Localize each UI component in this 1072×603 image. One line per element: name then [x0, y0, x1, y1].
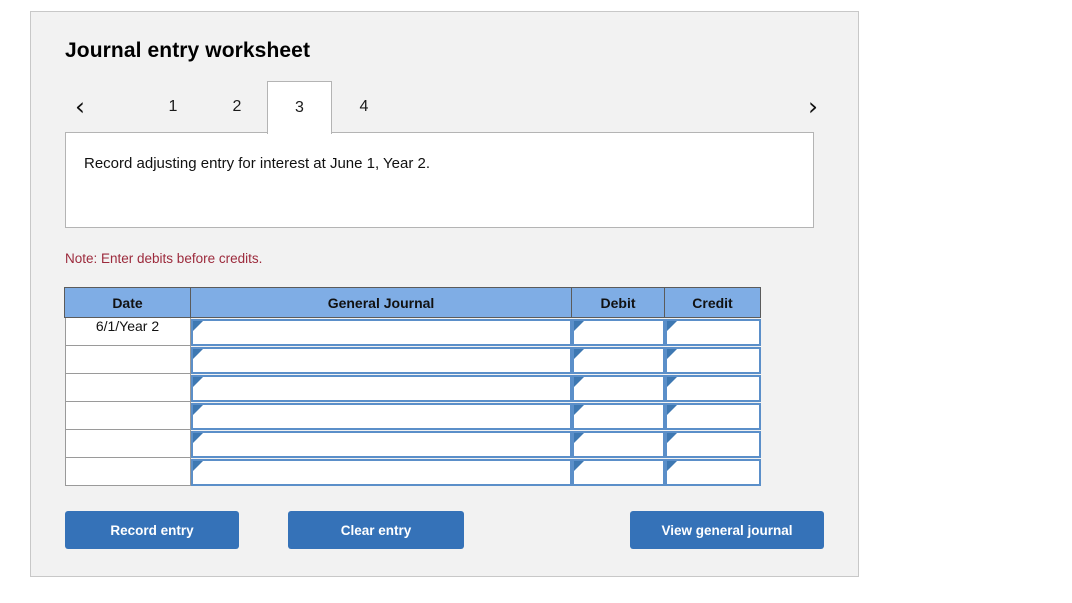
date-value	[64, 402, 191, 430]
tab-4[interactable]: 4	[332, 81, 396, 132]
dropdown-marker-icon	[573, 460, 584, 471]
chevron-left-icon[interactable]: ‹	[63, 81, 97, 132]
dropdown-marker-icon	[192, 320, 203, 331]
dropdown-marker-icon	[573, 432, 584, 443]
credit-cell	[664, 458, 761, 486]
debit-input[interactable]	[571, 318, 665, 346]
table-row	[64, 402, 761, 430]
general-journal-input[interactable]	[190, 374, 572, 402]
general-journal-cell	[190, 402, 572, 430]
general-journal-input[interactable]	[190, 318, 572, 346]
credit-input[interactable]	[664, 458, 761, 486]
chevron-right-icon[interactable]: ›	[796, 81, 830, 132]
credit-cell	[664, 430, 761, 458]
debit-cell	[571, 458, 665, 486]
credit-cell	[664, 318, 761, 347]
credit-cell	[664, 346, 761, 374]
tab-3[interactable]: 3	[267, 81, 332, 134]
credit-input[interactable]	[664, 318, 761, 346]
date-value	[64, 346, 191, 374]
debit-cell	[571, 346, 665, 374]
general-journal-cell	[190, 430, 572, 458]
date-value	[64, 430, 191, 458]
date-cell	[64, 402, 191, 430]
debits-before-credits-note: Note: Enter debits before credits.	[65, 251, 263, 266]
date-cell: 6/1/Year 2	[64, 318, 191, 346]
debit-cell	[571, 430, 665, 458]
entry-description-box: Record adjusting entry for interest at J…	[65, 132, 814, 228]
table-header-row: Date General Journal Debit Credit	[64, 287, 761, 318]
dropdown-marker-icon	[666, 432, 677, 443]
date-value: 6/1/Year 2	[64, 318, 191, 346]
debit-cell	[571, 402, 665, 430]
dropdown-marker-icon	[666, 320, 677, 331]
date-value	[64, 458, 191, 486]
credit-cell	[664, 402, 761, 430]
credit-input[interactable]	[664, 374, 761, 402]
credit-input[interactable]	[664, 402, 761, 430]
debit-input[interactable]	[571, 374, 665, 402]
table-row	[64, 346, 761, 374]
dropdown-marker-icon	[573, 320, 584, 331]
date-cell	[64, 458, 191, 486]
dropdown-marker-icon	[192, 348, 203, 359]
debit-cell	[571, 318, 665, 347]
entry-description-text: Record adjusting entry for interest at J…	[84, 155, 431, 172]
dropdown-marker-icon	[192, 460, 203, 471]
date-value	[64, 374, 191, 402]
credit-input[interactable]	[664, 346, 761, 374]
dropdown-marker-icon	[573, 348, 584, 359]
general-journal-cell	[190, 346, 572, 374]
view-general-journal-button[interactable]: View general journal	[630, 511, 824, 549]
general-journal-input[interactable]	[190, 430, 572, 458]
general-journal-input[interactable]	[190, 346, 572, 374]
table-row	[64, 374, 761, 402]
date-cell	[64, 430, 191, 458]
dropdown-marker-icon	[666, 348, 677, 359]
dropdown-marker-icon	[573, 404, 584, 415]
general-journal-cell	[190, 318, 572, 347]
date-cell	[64, 374, 191, 402]
general-journal-cell	[190, 374, 572, 402]
tab-strip: ‹ 1 2 3 4 ›	[31, 81, 858, 134]
general-journal-input[interactable]	[190, 402, 572, 430]
debit-input[interactable]	[571, 430, 665, 458]
table-row: 6/1/Year 2	[64, 318, 761, 347]
record-entry-button[interactable]: Record entry	[65, 511, 239, 549]
column-header-general-journal: General Journal	[190, 287, 572, 318]
dropdown-marker-icon	[192, 404, 203, 415]
general-journal-input[interactable]	[190, 458, 572, 486]
page-title: Journal entry worksheet	[65, 39, 311, 62]
date-cell	[64, 346, 191, 374]
debit-cell	[571, 374, 665, 402]
tab-1[interactable]: 1	[141, 81, 205, 132]
credit-cell	[664, 374, 761, 402]
debit-input[interactable]	[571, 458, 665, 486]
journal-entry-worksheet-panel: Journal entry worksheet ‹ 1 2 3 4 › Reco…	[30, 11, 859, 577]
tab-2[interactable]: 2	[205, 81, 269, 132]
clear-entry-button[interactable]: Clear entry	[288, 511, 464, 549]
dropdown-marker-icon	[666, 404, 677, 415]
table-row	[64, 458, 761, 486]
credit-input[interactable]	[664, 430, 761, 458]
debit-input[interactable]	[571, 346, 665, 374]
dropdown-marker-icon	[666, 460, 677, 471]
dropdown-marker-icon	[192, 432, 203, 443]
journal-entry-table: Date General Journal Debit Credit 6/1/Ye…	[64, 287, 761, 486]
table-row	[64, 430, 761, 458]
dropdown-marker-icon	[573, 376, 584, 387]
debit-input[interactable]	[571, 402, 665, 430]
column-header-credit: Credit	[664, 287, 761, 318]
column-header-debit: Debit	[571, 287, 665, 318]
column-header-date: Date	[64, 287, 191, 318]
dropdown-marker-icon	[666, 376, 677, 387]
general-journal-cell	[190, 458, 572, 486]
dropdown-marker-icon	[192, 376, 203, 387]
